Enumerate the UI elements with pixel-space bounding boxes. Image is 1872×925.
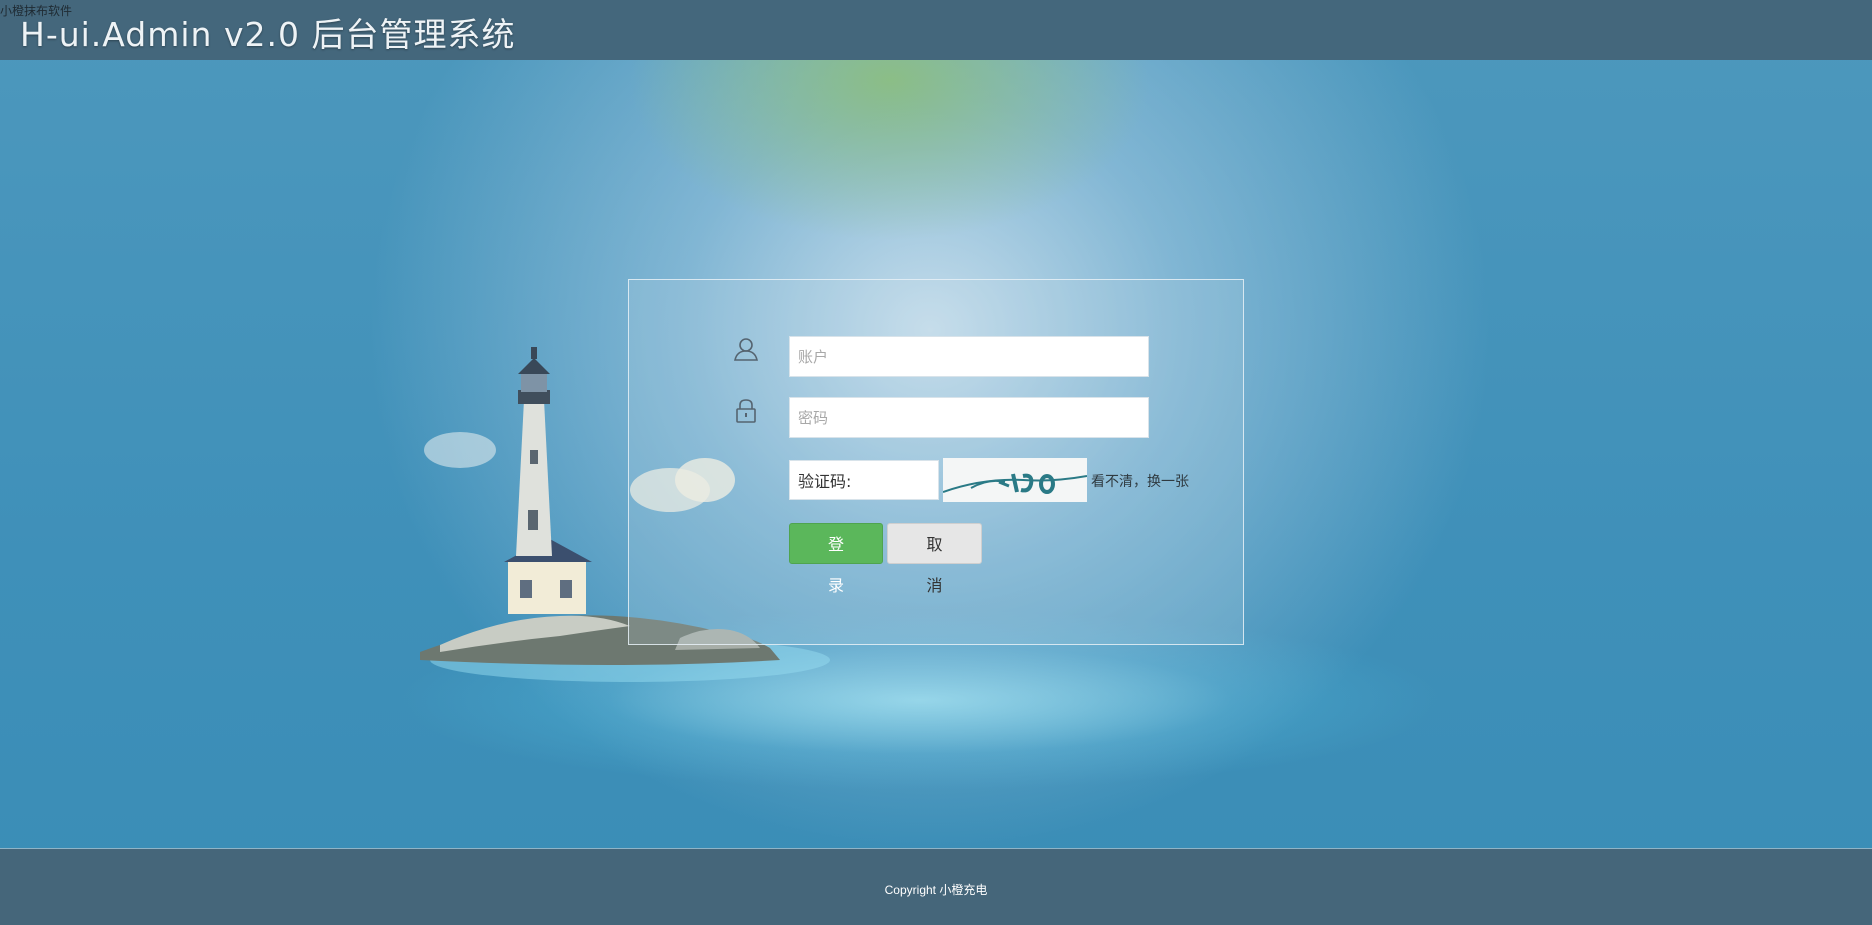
cancel-button[interactable]: 取 消: [887, 523, 982, 595]
top-header-bar: H-ui.Admin v2.0 后台管理系统: [0, 0, 1872, 60]
lock-icon: [736, 399, 756, 423]
footer-bar: Copyright 小橙充电: [0, 848, 1872, 925]
captcha-image[interactable]: [943, 458, 1087, 502]
captcha-input[interactable]: [789, 460, 939, 500]
user-icon: [734, 338, 758, 361]
password-input[interactable]: [789, 397, 1149, 438]
copyright-text: Copyright 小橙充电: [884, 883, 988, 897]
app-title: H-ui.Admin v2.0 后台管理系统: [20, 15, 516, 54]
corner-watermark-text: 小橙抹布软件: [0, 4, 73, 18]
login-button[interactable]: 登 录: [789, 523, 883, 595]
captcha-refresh-link[interactable]: 看不清，换一张: [1091, 471, 1189, 491]
account-input[interactable]: [789, 336, 1149, 377]
